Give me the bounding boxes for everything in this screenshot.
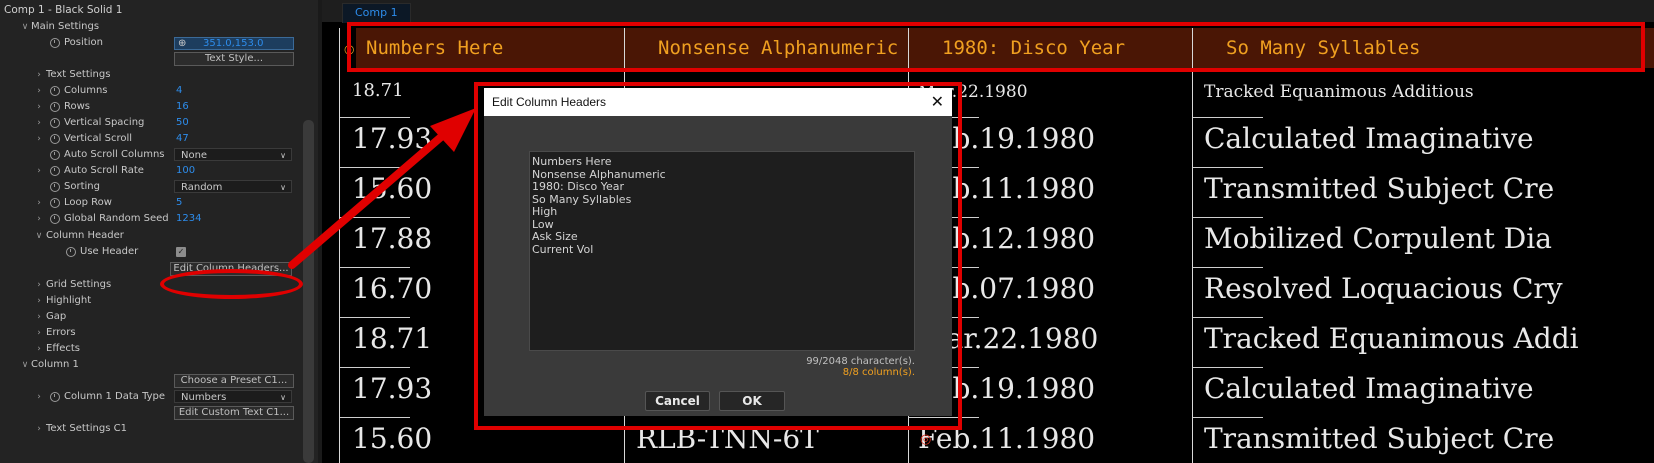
annotation-arrow <box>288 108 476 269</box>
